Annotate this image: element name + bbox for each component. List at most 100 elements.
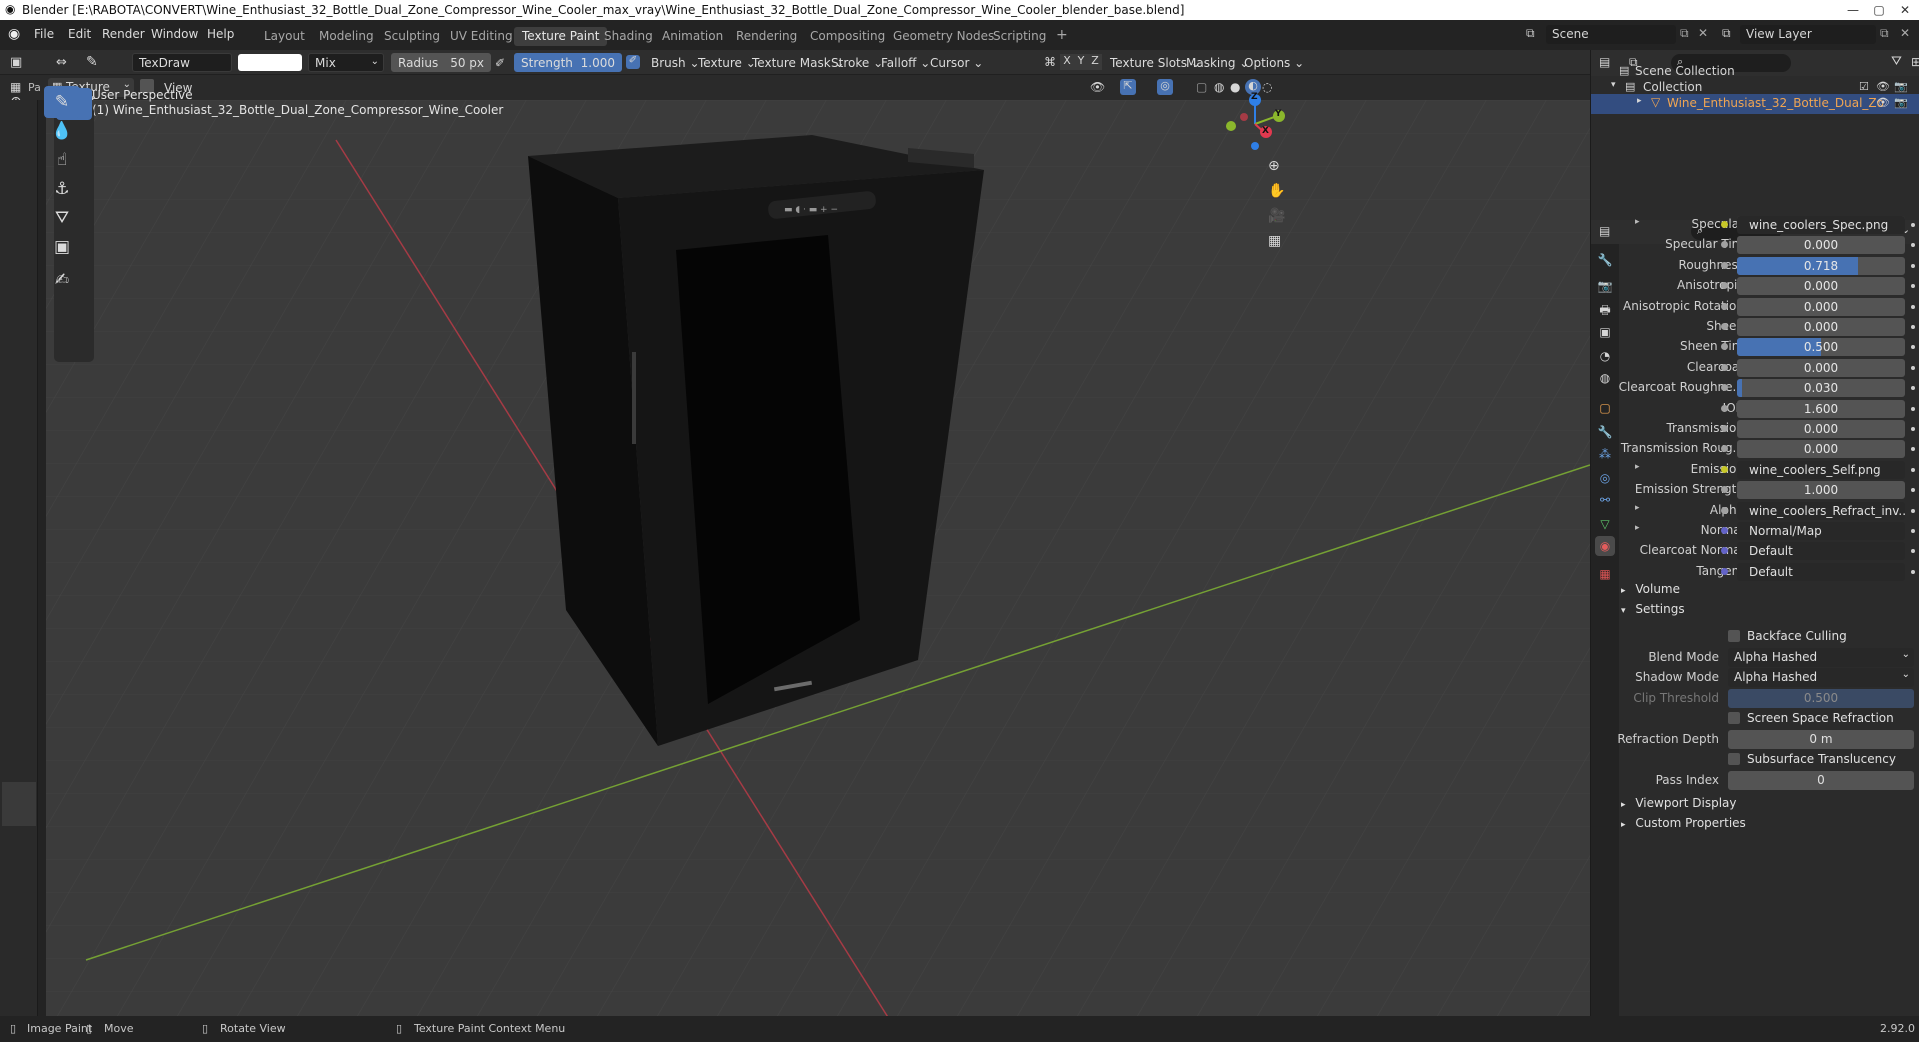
prop-value-anisotropic[interactable]: 0.000 xyxy=(1737,277,1905,295)
screen-space-refraction-checkbox[interactable] xyxy=(1728,712,1740,724)
scene-icon[interactable]: ⧉ xyxy=(1526,26,1535,41)
keyframe-dot-icon[interactable] xyxy=(1911,284,1915,288)
prop-value-specular-tint[interactable]: 0.000 xyxy=(1737,236,1905,254)
keyframe-dot-icon[interactable] xyxy=(1911,407,1915,411)
socket-icon[interactable] xyxy=(1721,547,1728,554)
mirror-x-toggle[interactable]: X xyxy=(1060,54,1074,70)
tab-sculpting[interactable]: Sculpting xyxy=(376,27,448,46)
soften-tool[interactable]: 💧 xyxy=(44,115,80,147)
socket-icon[interactable] xyxy=(1721,568,1728,575)
menu-help[interactable]: Help xyxy=(207,27,234,41)
strength-pressure-icon[interactable]: ✐ xyxy=(626,55,640,69)
texture-menu[interactable]: Texture ⌄ xyxy=(698,56,756,70)
keyframe-dot-icon[interactable] xyxy=(1911,549,1915,553)
socket-icon[interactable] xyxy=(1721,384,1728,391)
radius-pressure-icon[interactable]: ✐ xyxy=(495,56,505,70)
prop-value-clearcoat-normal[interactable]: Default xyxy=(1737,542,1905,560)
grid-icon[interactable]: ▦ xyxy=(10,80,21,94)
strength-slider[interactable]: Strength 1.000 xyxy=(514,53,622,72)
eye-icon[interactable]: 👁 xyxy=(1876,96,1890,109)
camera-icon[interactable]: 📷 xyxy=(1894,80,1908,93)
fill-tool[interactable]: ⛛ xyxy=(44,202,80,234)
checkbox-icon[interactable]: ☑ xyxy=(1859,80,1869,93)
tab-shading[interactable]: Shading xyxy=(596,27,661,46)
navigation-gizmo[interactable]: Z Y X xyxy=(1222,92,1288,152)
prop-value-clearcoat[interactable]: 0.000 xyxy=(1737,359,1905,377)
socket-icon[interactable] xyxy=(1721,527,1728,534)
brush-color-swatch[interactable] xyxy=(238,54,302,71)
socket-icon[interactable] xyxy=(1721,445,1728,452)
socket-icon[interactable] xyxy=(1721,241,1728,248)
brush-name-field[interactable]: TexDraw xyxy=(132,53,232,72)
stroke-menu[interactable]: Stroke ⌄ xyxy=(831,56,883,70)
socket-icon[interactable] xyxy=(1721,466,1728,473)
prop-value-ior[interactable]: 1.600 xyxy=(1737,400,1905,418)
view-layer-icon[interactable]: ⧉ xyxy=(1722,26,1731,41)
xray-toggle-icon[interactable]: ▢ xyxy=(1196,80,1207,94)
socket-icon[interactable] xyxy=(1721,507,1728,514)
editor-type-icon[interactable]: ▣ xyxy=(10,55,22,70)
socket-icon[interactable] xyxy=(1721,303,1728,310)
delete-view-layer-icon[interactable]: ✕ xyxy=(1900,26,1910,40)
tab-modeling[interactable]: Modeling xyxy=(311,27,382,46)
maximize-button[interactable]: ▢ xyxy=(1866,0,1892,20)
camera-icon[interactable]: 📷 xyxy=(1894,96,1908,109)
visibility-icon[interactable]: 👁 xyxy=(1090,80,1105,94)
keyframe-dot-icon[interactable] xyxy=(1911,447,1915,451)
keyframe-dot-icon[interactable] xyxy=(1911,366,1915,370)
cursor-menu[interactable]: Cursor ⌄ xyxy=(930,56,983,70)
blend-mode-select[interactable]: Alpha Hashed ⌄ xyxy=(1728,648,1914,667)
tab-animation[interactable]: Animation xyxy=(654,27,731,46)
options-menu[interactable]: Options ⌄ xyxy=(1244,56,1304,70)
view-layer-selector[interactable]: View Layer xyxy=(1740,25,1876,44)
panel-custom-properties[interactable]: ▸ Custom Properties xyxy=(1621,816,1917,836)
refraction-depth-field[interactable]: 0 m xyxy=(1728,730,1914,749)
keyframe-dot-icon[interactable] xyxy=(1911,386,1915,390)
menu-file[interactable]: File xyxy=(34,27,54,41)
prop-value-normal[interactable]: Normal/Map xyxy=(1737,522,1905,540)
falloff-menu[interactable]: Falloff ⌄ xyxy=(881,56,930,70)
smear-tool[interactable]: ☝ xyxy=(44,144,80,176)
keyframe-dot-icon[interactable] xyxy=(1911,427,1915,431)
socket-icon[interactable] xyxy=(1721,262,1728,269)
tab-compositing[interactable]: Compositing xyxy=(802,27,893,46)
menu-edit[interactable]: Edit xyxy=(68,27,91,41)
socket-icon[interactable] xyxy=(1721,425,1728,432)
mirror-y-toggle[interactable]: Y xyxy=(1074,54,1088,70)
clone-tool[interactable]: ⚓ xyxy=(44,173,80,205)
prop-value-anisotropic-rotation[interactable]: 0.000 xyxy=(1737,298,1905,316)
delete-scene-icon[interactable]: ✕ xyxy=(1698,26,1708,40)
keyframe-dot-icon[interactable] xyxy=(1911,570,1915,574)
subsurface-translucency-checkbox[interactable] xyxy=(1728,753,1740,765)
perspective-toggle-icon[interactable]: ▦ xyxy=(1268,233,1281,249)
socket-icon[interactable] xyxy=(1721,282,1728,289)
prop-value-alpha[interactable]: wine_coolers_Refract_inv... xyxy=(1737,502,1905,520)
draw-brush-tool[interactable]: ✎ xyxy=(44,86,80,118)
prop-value-tangent[interactable]: Default xyxy=(1737,563,1905,581)
keyframe-dot-icon[interactable] xyxy=(1911,488,1915,492)
keyframe-dot-icon[interactable] xyxy=(1911,305,1915,309)
backface-culling-checkbox[interactable] xyxy=(1728,630,1740,642)
tab-scripting[interactable]: Scripting xyxy=(985,27,1054,46)
brush-menu[interactable]: Brush ⌄ xyxy=(651,56,700,70)
outliner-row-object[interactable]: ▸ ▽ Wine_Enthusiast_32_Bottle_Dual_Zo 👁 … xyxy=(1591,94,1919,114)
annotate-tool[interactable]: ✍ xyxy=(44,264,80,296)
chevron-right-icon[interactable]: ▸ xyxy=(1637,96,1642,106)
masking-menu[interactable]: Masking ⌄ xyxy=(1186,56,1249,70)
chevron-right-icon[interactable]: ▸ xyxy=(1635,217,1640,227)
prop-value-clearcoat-roughne[interactable]: 0.030 xyxy=(1737,379,1905,397)
gizmo-toggle-icon[interactable]: ⇱ xyxy=(1120,79,1136,95)
prop-value-emission-strength[interactable]: 1.000 xyxy=(1737,481,1905,499)
brush-icon[interactable]: ✎ xyxy=(86,54,98,70)
prop-value-sheen-tint[interactable]: 0.500 xyxy=(1737,338,1905,356)
tab-rendering[interactable]: Rendering xyxy=(728,27,805,46)
menu-window[interactable]: Window xyxy=(151,27,198,41)
chevron-right-icon[interactable]: ▸ xyxy=(1635,503,1640,513)
socket-icon[interactable] xyxy=(1721,221,1728,228)
mask-tool[interactable]: ▣ xyxy=(44,231,80,263)
radius-slider[interactable]: Radius 50 px xyxy=(391,53,491,72)
new-view-layer-icon[interactable]: ⧉ xyxy=(1880,26,1889,41)
3d-viewport[interactable]: ▬ ◖ · ▬ + − xyxy=(46,100,1590,1030)
mirror-z-toggle[interactable]: Z xyxy=(1088,54,1102,70)
prop-value-emission[interactable]: wine_coolers_Self.png xyxy=(1737,461,1905,479)
